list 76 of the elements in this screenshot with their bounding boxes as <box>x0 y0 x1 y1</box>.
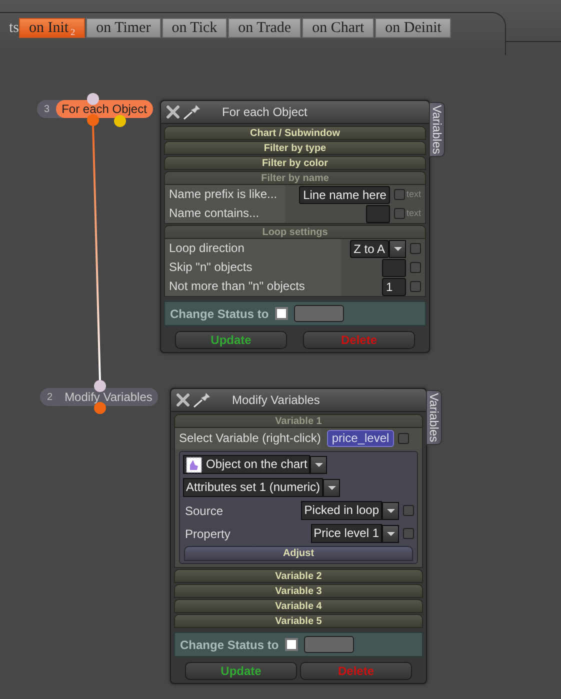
section-header[interactable]: Loop settings <box>164 225 426 239</box>
section-header[interactable]: Variable 4 <box>174 599 423 613</box>
port-dot[interactable] <box>87 114 99 126</box>
field-label: Name contains... <box>165 204 285 223</box>
dropdown-caret-icon[interactable] <box>382 502 399 520</box>
checkbox[interactable] <box>410 281 421 292</box>
input-field[interactable]: Line name here <box>299 186 390 204</box>
section-header[interactable]: Variable 1 <box>174 414 423 428</box>
status-label: Change Status to <box>180 636 279 654</box>
variable-chip[interactable]: price_level <box>326 430 394 447</box>
select-field[interactable]: Attributes set 1 (numeric) <box>183 478 324 497</box>
status-color-swatch[interactable] <box>304 636 354 653</box>
status-label: Change Status to <box>170 306 269 322</box>
window-title: Modify Variables <box>232 392 320 409</box>
section-header[interactable]: Variable 5 <box>174 614 423 628</box>
checkbox[interactable] <box>403 528 414 539</box>
checkbox-label: text <box>406 188 421 201</box>
event-tab[interactable]: on Timer <box>86 18 161 38</box>
event-tab[interactable]: on Init$_{2}$ <box>19 18 86 38</box>
field-label: Name prefix is like... <box>165 185 285 204</box>
select-field[interactable]: Price level 1 <box>310 524 382 543</box>
object-icon <box>186 456 202 472</box>
checkbox-label: text <box>406 206 421 220</box>
variables-tab[interactable]: Variables <box>429 102 445 158</box>
select-field[interactable]: Object on the chart <box>183 455 310 474</box>
pin-icon[interactable] <box>183 104 203 120</box>
checkbox[interactable] <box>403 505 414 516</box>
tab-label[interactable]: ts <box>0 18 19 38</box>
field-label: Loop direction <box>165 239 341 258</box>
window-title: For each Object <box>222 104 308 121</box>
section-header[interactable]: Filter by name <box>164 171 426 185</box>
input-field[interactable] <box>382 258 406 276</box>
input-field[interactable] <box>366 204 390 222</box>
node-number: 2 <box>46 390 54 404</box>
checkbox[interactable] <box>398 433 410 444</box>
update-button[interactable]: Update <box>175 331 287 349</box>
dropdown-caret-icon[interactable] <box>382 524 399 542</box>
dropdown-caret-icon[interactable] <box>323 478 340 496</box>
close-icon[interactable] <box>176 393 190 407</box>
section-header[interactable]: Filter by color <box>164 156 426 170</box>
select-field[interactable]: Picked in loop <box>301 501 382 520</box>
checkbox[interactable] <box>410 262 421 273</box>
port-dot[interactable] <box>87 93 99 105</box>
field-label: Property <box>184 526 232 542</box>
port-dot[interactable] <box>94 380 106 392</box>
variables-tab[interactable]: Variables <box>426 390 442 446</box>
select-field[interactable]: Z to A <box>350 240 389 258</box>
section-header[interactable]: Variable 2 <box>174 569 423 583</box>
field-label: Source <box>184 502 224 520</box>
status-checkbox[interactable] <box>274 307 288 320</box>
event-tab[interactable]: on Tick <box>162 18 228 38</box>
port-dot[interactable] <box>94 402 106 414</box>
input-field[interactable]: 1 <box>382 278 406 296</box>
status-checkbox[interactable] <box>284 638 298 651</box>
dropdown-caret-icon[interactable] <box>310 456 328 474</box>
status-color-swatch[interactable] <box>294 305 344 322</box>
checkbox[interactable] <box>394 189 406 200</box>
dropdown-caret-icon[interactable] <box>389 240 406 258</box>
event-tab[interactable]: on Chart <box>302 18 374 38</box>
field-label: Not more than "n" objects <box>165 277 341 296</box>
node-label[interactable]: For each Object <box>56 100 153 118</box>
checkbox[interactable] <box>394 208 406 219</box>
adjust-button[interactable]: Adjust <box>184 546 413 561</box>
close-icon[interactable] <box>166 105 180 119</box>
section-header[interactable]: Variable 3 <box>174 584 423 598</box>
pin-icon[interactable] <box>193 392 213 408</box>
field-label: Select Variable (right-click) <box>175 428 321 449</box>
field-label: Skip "n" objects <box>165 258 341 277</box>
event-tab[interactable]: on Deinit <box>375 18 452 38</box>
update-button[interactable]: Update <box>185 662 297 680</box>
event-tab[interactable]: on Trade <box>228 18 302 38</box>
checkbox[interactable] <box>410 243 421 254</box>
section-header[interactable]: Chart / Subwindow <box>164 126 426 140</box>
port-dot[interactable] <box>114 115 126 127</box>
section-header[interactable]: Filter by type <box>164 141 426 155</box>
node-number: 3 <box>43 102 51 116</box>
